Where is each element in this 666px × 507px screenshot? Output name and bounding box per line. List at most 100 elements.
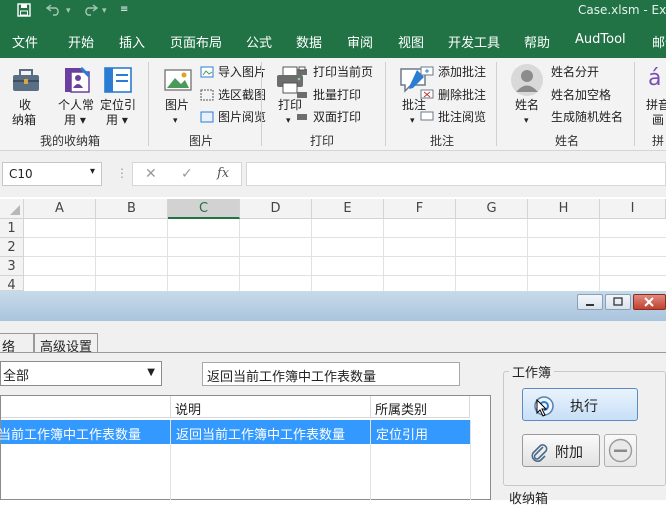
category-select[interactable]: 全部 ▼ — [0, 361, 162, 386]
random-name-label: 生成随机姓名 — [551, 110, 624, 124]
browse-comment-button[interactable]: 批注阅览 — [420, 109, 486, 125]
tab-data[interactable]: 数据 — [296, 32, 322, 51]
personal-common-button-2[interactable]: 用 ▾ — [64, 113, 86, 128]
dialog-title-bar[interactable] — [0, 291, 666, 321]
list-header-description[interactable]: 说明 — [171, 396, 371, 418]
attach-button[interactable]: 附加 — [522, 434, 600, 467]
picture-button[interactable]: 图片 — [165, 98, 189, 113]
tab-home[interactable]: 开始 — [68, 32, 94, 51]
tab-mail[interactable]: 邮件 — [652, 32, 666, 51]
browse-comment-icon — [420, 111, 434, 123]
column-header[interactable]: F — [384, 199, 456, 219]
tab-formulas[interactable]: 公式 — [246, 32, 272, 51]
grid-line — [24, 256, 666, 257]
personal-common-button[interactable]: 个人常 — [58, 98, 94, 113]
group-label-name: 姓名 — [555, 134, 580, 148]
execute-button[interactable]: 执行 — [522, 388, 638, 421]
save-icon[interactable] — [16, 2, 32, 22]
maximize-button[interactable] — [605, 294, 631, 310]
print-page-icon — [295, 66, 309, 78]
tab-view[interactable]: 视图 — [398, 32, 424, 51]
column-header[interactable]: E — [312, 199, 384, 219]
description-field[interactable]: 返回当前工作簿中工作表数量 — [202, 362, 460, 386]
row-header[interactable]: 2 — [0, 238, 24, 257]
column-header[interactable]: H — [528, 199, 600, 219]
collect-button-label-2[interactable]: 纳箱 — [12, 113, 36, 128]
tab-page-layout[interactable]: 页面布局 — [170, 32, 222, 51]
list-column-divider — [170, 420, 171, 500]
tab-insert[interactable]: 插入 — [119, 32, 145, 51]
name-button[interactable]: 姓名 — [515, 98, 539, 113]
import-picture-button[interactable]: 导入图片 — [200, 64, 266, 80]
duplex-print-button[interactable]: 双面打印 — [295, 109, 361, 125]
name-box[interactable]: C10 ▾ — [2, 162, 102, 186]
tab-partial[interactable]: 络 — [0, 333, 34, 355]
tab-audtool[interactable]: AudTool — [575, 32, 626, 47]
remove-button[interactable] — [604, 434, 637, 467]
locate-reference-button-2[interactable]: 用 ▾ — [106, 113, 128, 128]
add-comment-button[interactable]: 添加批注 — [420, 64, 486, 80]
picture-dropdown-icon[interactable]: ▾ — [173, 114, 178, 129]
tab-file[interactable]: 文件 — [12, 32, 38, 51]
redo-icon[interactable] — [82, 2, 99, 20]
select-all-corner[interactable] — [0, 199, 24, 219]
grid-line — [455, 219, 456, 291]
list-header-category[interactable]: 所属类别 — [371, 396, 470, 418]
name-box-dropdown-icon[interactable]: ▾ — [90, 166, 95, 177]
drag-handle-icon[interactable]: ⋮ — [116, 166, 128, 180]
close-button[interactable] — [633, 294, 666, 310]
name-dropdown-icon[interactable]: ▾ — [524, 114, 529, 129]
person-icon — [510, 63, 544, 100]
cancel-icon[interactable]: ✕ — [145, 166, 157, 182]
workbook-group-label: 工作簿 — [509, 362, 555, 381]
screenshot-icon — [200, 89, 214, 101]
grid-line — [239, 219, 240, 291]
tab-developer[interactable]: 开发工具 — [448, 32, 500, 51]
column-header[interactable]: D — [240, 199, 312, 219]
split-name-button[interactable]: 姓名分开 — [551, 64, 599, 80]
comment-dropdown-icon[interactable]: ▾ — [410, 114, 415, 129]
picture-icon — [162, 64, 194, 99]
list-item-category: 定位引用 — [376, 428, 429, 443]
group-separator — [496, 62, 497, 146]
collect-button-label[interactable]: 收 — [19, 98, 31, 113]
name-add-space-button[interactable]: 姓名加空格 — [551, 87, 611, 103]
undo-icon[interactable] — [45, 2, 62, 20]
tab-review[interactable]: 审阅 — [347, 32, 373, 51]
random-name-button[interactable]: 生成随机姓名 — [551, 109, 623, 125]
row-header[interactable]: 3 — [0, 257, 24, 276]
delete-comment-icon — [420, 89, 434, 101]
redo-dropdown-icon[interactable]: ▾ — [102, 6, 107, 16]
pinyin-button-2[interactable]: 画 — [652, 113, 664, 128]
grid-line — [24, 237, 666, 238]
minimize-button[interactable] — [577, 294, 603, 310]
region-screenshot-button[interactable]: 选区截图 — [200, 87, 266, 103]
tab-help[interactable]: 帮助 — [524, 32, 550, 51]
pinyin-button[interactable]: 拼音 — [646, 98, 666, 113]
customize-qat-icon[interactable]: ≡ — [120, 4, 128, 15]
delete-comment-button[interactable]: 删除批注 — [420, 87, 486, 103]
print-dropdown-icon[interactable]: ▾ — [286, 114, 291, 129]
batch-print-button[interactable]: 批量打印 — [295, 87, 361, 103]
insert-function-icon[interactable]: fx — [217, 166, 229, 181]
column-header[interactable]: A — [24, 199, 96, 219]
list-header-name[interactable] — [1, 396, 171, 418]
column-header-selected[interactable]: C — [168, 199, 240, 219]
confirm-icon[interactable]: ✓ — [181, 166, 193, 182]
column-header[interactable]: I — [600, 199, 666, 219]
undo-dropdown-icon[interactable]: ▾ — [66, 6, 71, 16]
grid-line — [383, 219, 384, 291]
paperclip-icon — [529, 441, 549, 466]
locate-reference-button[interactable]: 定位引 — [100, 98, 136, 113]
formula-input[interactable] — [246, 162, 666, 186]
picture-browse-button[interactable]: 图片阅览 — [200, 109, 266, 125]
row-header[interactable]: 4 — [0, 276, 24, 293]
tab-advanced-settings[interactable]: 高级设置 — [34, 333, 99, 355]
column-header[interactable]: B — [96, 199, 168, 219]
column-header[interactable]: G — [456, 199, 528, 219]
print-current-page-button[interactable]: 打印当前页 — [295, 64, 373, 80]
personal-common-icon — [61, 64, 93, 99]
batch-print-label: 批量打印 — [313, 88, 362, 102]
row-header[interactable]: 1 — [0, 219, 24, 238]
formula-buttons: ✕ ✓ fx — [132, 162, 242, 186]
